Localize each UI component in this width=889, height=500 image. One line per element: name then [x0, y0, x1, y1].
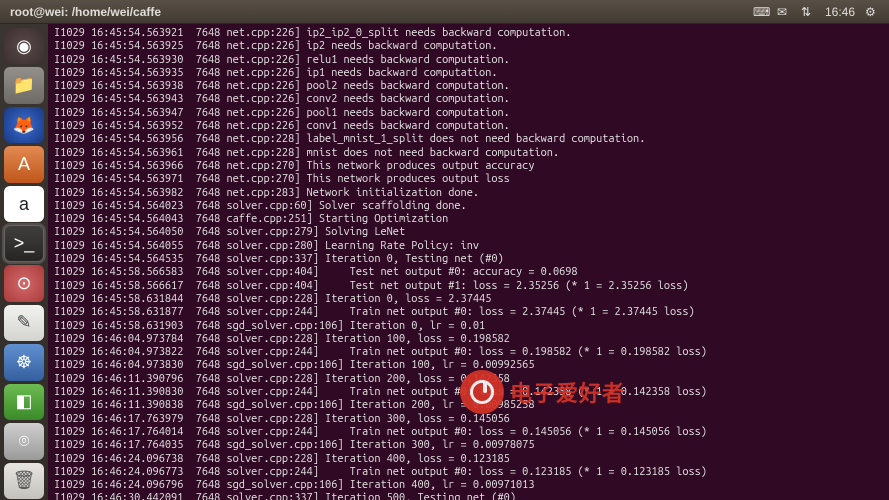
launcher-terminal[interactable]: >_ — [4, 225, 44, 262]
keyboard-icon[interactable]: ⌨ — [753, 5, 767, 19]
launcher-disk[interactable]: ⌾ — [4, 423, 44, 459]
window-title: root@wei: /home/wei/caffe — [10, 5, 161, 19]
unity-launcher: ◉📁 🦊Aa>_⊙ ✎☸ ◧⌾ 🗑 — [0, 24, 48, 500]
terminal-output: I1029 16:45:54.563921 7648 net.cpp:226] … — [54, 27, 883, 500]
launcher-files[interactable]: 📁 — [4, 67, 44, 103]
terminal-window[interactable]: I1029 16:45:54.563921 7648 net.cpp:226] … — [48, 24, 889, 500]
launcher-text-editor[interactable]: ✎ — [4, 305, 44, 341]
system-indicators: ⌨ ✉ ⇅ 16:46 ⚙ — [753, 5, 879, 19]
launcher-trash[interactable]: 🗑 — [4, 463, 44, 499]
launcher-firefox[interactable]: 🦊 — [4, 107, 44, 143]
gear-icon[interactable]: ⚙ — [865, 5, 879, 19]
launcher-amazon[interactable]: a — [4, 186, 44, 222]
launcher-app-blue[interactable]: ☸ — [4, 344, 44, 380]
network-icon[interactable]: ⇅ — [801, 5, 815, 19]
mail-icon[interactable]: ✉ — [777, 5, 791, 19]
top-menu-bar: root@wei: /home/wei/caffe ⌨ ✉ ⇅ 16:46 ⚙ — [0, 0, 889, 24]
launcher-rhythmbox[interactable]: ⊙ — [4, 265, 44, 301]
launcher-dash[interactable]: ◉ — [4, 28, 44, 64]
launcher-software[interactable]: A — [4, 146, 44, 182]
clock[interactable]: 16:46 — [825, 5, 855, 19]
launcher-app-green[interactable]: ◧ — [4, 384, 44, 420]
